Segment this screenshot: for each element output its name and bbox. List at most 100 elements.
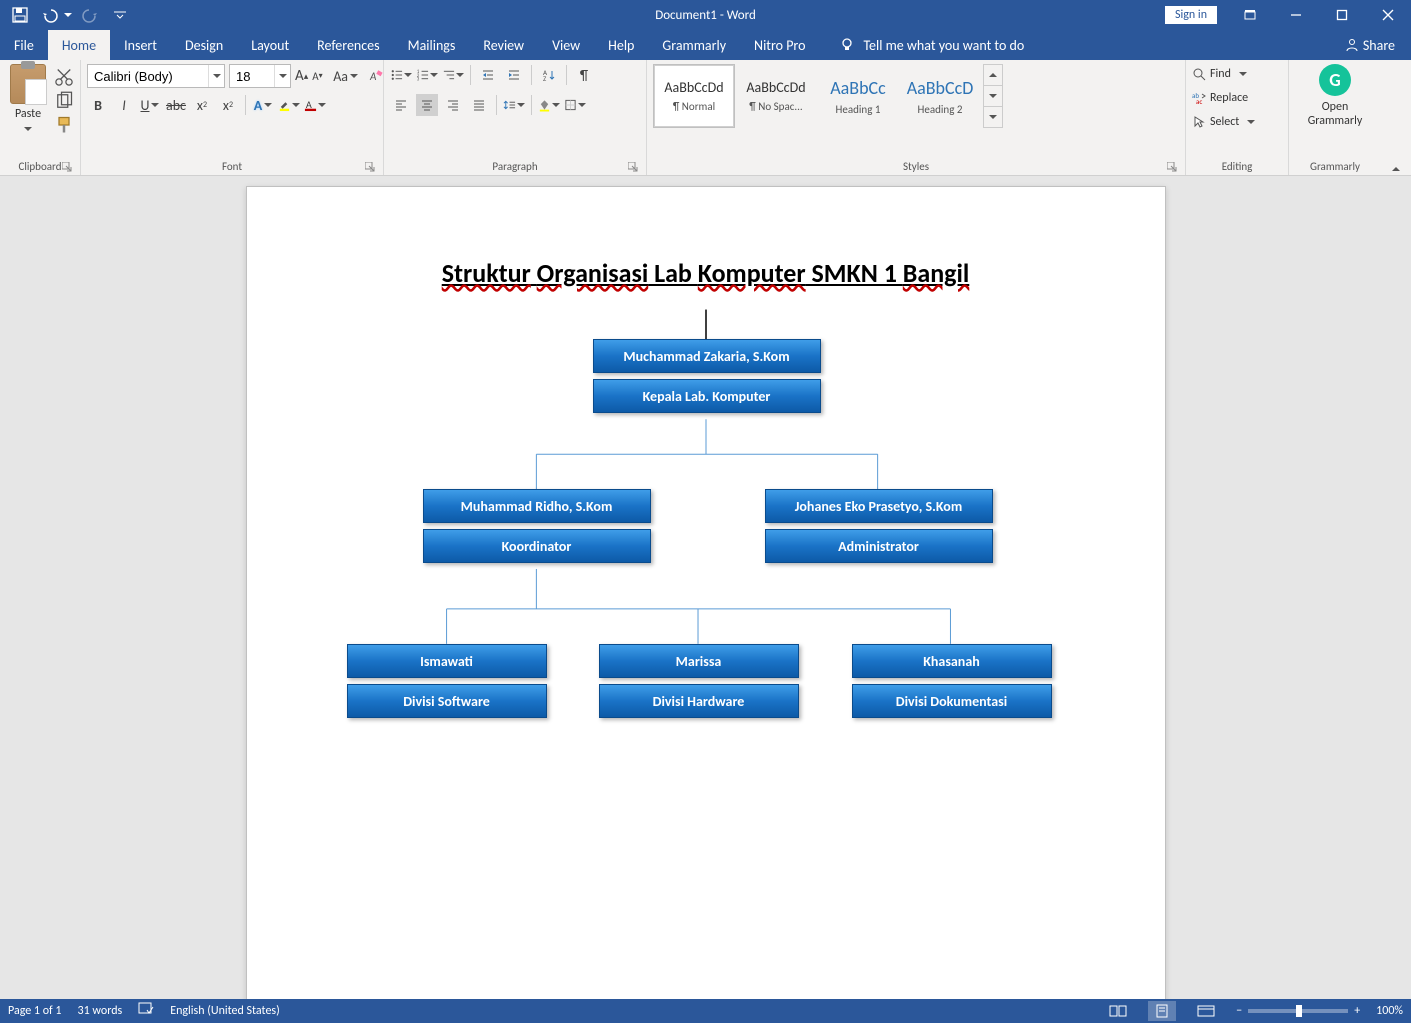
zoom-slider[interactable]: − + <box>1236 1004 1360 1018</box>
font-name-combobox[interactable] <box>87 64 225 88</box>
web-layout-icon[interactable] <box>1192 1001 1220 1021</box>
org-box-div1-name[interactable]: Ismawati <box>347 644 547 678</box>
org-box-div2-name[interactable]: Marissa <box>599 644 799 678</box>
qat-customize-icon[interactable] <box>108 3 132 27</box>
increase-indent-icon[interactable] <box>503 64 525 86</box>
org-box-div2-role[interactable]: Divisi Hardware <box>599 684 799 718</box>
collapse-ribbon-icon[interactable] <box>1381 60 1411 175</box>
zoom-percent[interactable]: 100% <box>1376 1004 1403 1018</box>
org-chart[interactable]: Muchammad Zakaria, S.Kom Kepala Lab. Kom… <box>247 309 1165 809</box>
document-page[interactable]: Struktur Organisasi Lab Komputer SMKN 1 … <box>246 186 1166 999</box>
org-box-div1-role[interactable]: Divisi Software <box>347 684 547 718</box>
styles-scroll-down-icon[interactable] <box>984 86 1002 107</box>
tab-file[interactable]: File <box>0 30 48 60</box>
status-language[interactable]: English (United States) <box>170 1004 280 1018</box>
share-button[interactable]: Share <box>1329 30 1411 60</box>
cut-icon[interactable] <box>54 68 74 86</box>
format-painter-icon[interactable] <box>54 116 74 134</box>
highlight-color-icon[interactable] <box>278 94 300 116</box>
sort-icon[interactable]: AZ <box>538 64 560 86</box>
text-effects-icon[interactable]: A <box>252 94 274 116</box>
find-button[interactable]: Find <box>1192 64 1282 84</box>
font-size-dropdown-icon[interactable] <box>274 65 290 87</box>
tab-review[interactable]: Review <box>469 30 538 60</box>
font-size-input[interactable] <box>230 65 274 87</box>
tab-help[interactable]: Help <box>594 30 648 60</box>
italic-button[interactable]: I <box>113 94 135 116</box>
style-tile[interactable]: AaBbCcHeading 1 <box>817 64 899 128</box>
zoom-thumb[interactable] <box>1296 1005 1302 1017</box>
tab-nitro-pro[interactable]: Nitro Pro <box>740 30 819 60</box>
tab-home[interactable]: Home <box>48 30 110 60</box>
sign-in-button[interactable]: Sign in <box>1165 6 1217 24</box>
close-icon[interactable] <box>1365 0 1411 30</box>
align-center-icon[interactable] <box>416 94 438 116</box>
tab-view[interactable]: View <box>538 30 594 60</box>
superscript-button[interactable]: x2 <box>217 94 239 116</box>
justify-icon[interactable] <box>468 94 490 116</box>
grow-font-icon[interactable]: A▴ <box>295 65 308 87</box>
styles-dialog-launcher-icon[interactable] <box>1167 162 1179 174</box>
org-box-coord-name[interactable]: Muhammad Ridho, S.Kom <box>423 489 651 523</box>
paragraph-dialog-launcher-icon[interactable] <box>628 162 640 174</box>
font-size-combobox[interactable] <box>229 64 291 88</box>
style-tile[interactable]: AaBbCcDd¶ Normal <box>653 64 735 128</box>
tab-grammarly[interactable]: Grammarly <box>648 30 740 60</box>
status-words[interactable]: 31 words <box>78 1004 123 1018</box>
paste-dropdown-icon[interactable] <box>24 127 32 131</box>
bullets-icon[interactable] <box>390 64 412 86</box>
ribbon-display-options-icon[interactable] <box>1227 0 1273 30</box>
change-case-icon[interactable]: Aa <box>335 65 357 87</box>
borders-icon[interactable] <box>564 94 586 116</box>
undo-icon[interactable] <box>38 3 62 27</box>
multilevel-list-icon[interactable] <box>442 64 464 86</box>
redo-icon[interactable] <box>78 3 102 27</box>
copy-icon[interactable] <box>54 92 74 110</box>
style-tile[interactable]: AaBbCcDd¶ No Spac... <box>735 64 817 128</box>
zoom-out-icon[interactable]: − <box>1236 1004 1242 1018</box>
org-box-head-role[interactable]: Kepala Lab. Komputer <box>593 379 821 413</box>
org-box-admin-name[interactable]: Johanes Eko Prasetyo, S.Kom <box>765 489 993 523</box>
org-box-head-name[interactable]: Muchammad Zakaria, S.Kom <box>593 339 821 373</box>
shading-icon[interactable] <box>538 94 560 116</box>
document-area[interactable]: Struktur Organisasi Lab Komputer SMKN 1 … <box>0 176 1411 999</box>
align-left-icon[interactable] <box>390 94 412 116</box>
replace-button[interactable]: abacReplace <box>1192 88 1282 108</box>
select-button[interactable]: Select <box>1192 112 1282 132</box>
paste-button[interactable]: Paste <box>6 64 50 135</box>
maximize-icon[interactable] <box>1319 0 1365 30</box>
save-icon[interactable] <box>8 3 32 27</box>
open-grammarly-button[interactable]: G OpenGrammarly <box>1295 64 1375 128</box>
tab-design[interactable]: Design <box>171 30 237 60</box>
styles-more-icon[interactable] <box>984 107 1002 127</box>
read-mode-icon[interactable] <box>1104 1001 1132 1021</box>
decrease-indent-icon[interactable] <box>477 64 499 86</box>
tab-mailings[interactable]: Mailings <box>394 30 470 60</box>
bold-button[interactable]: B <box>87 94 109 116</box>
org-box-coord-role[interactable]: Koordinator <box>423 529 651 563</box>
tab-insert[interactable]: Insert <box>110 30 171 60</box>
minimize-icon[interactable] <box>1273 0 1319 30</box>
zoom-in-icon[interactable]: + <box>1354 1004 1360 1018</box>
undo-dropdown-icon[interactable] <box>64 13 72 17</box>
align-right-icon[interactable] <box>442 94 464 116</box>
clear-formatting-icon[interactable]: A <box>369 65 383 87</box>
font-color-icon[interactable]: A <box>304 94 326 116</box>
underline-button[interactable]: U <box>139 94 161 116</box>
tab-references[interactable]: References <box>303 30 393 60</box>
line-spacing-icon[interactable] <box>503 94 525 116</box>
org-box-div3-role[interactable]: Divisi Dokumentasi <box>852 684 1052 718</box>
shrink-font-icon[interactable]: A▾ <box>312 65 322 87</box>
show-hide-marks-icon[interactable]: ¶ <box>573 64 595 86</box>
org-box-admin-role[interactable]: Administrator <box>765 529 993 563</box>
tab-layout[interactable]: Layout <box>237 30 303 60</box>
tell-me-search[interactable]: Tell me what you want to do <box>839 30 1024 60</box>
styles-scroll-up-icon[interactable] <box>984 65 1002 86</box>
subscript-button[interactable]: x2 <box>191 94 213 116</box>
strikethrough-button[interactable]: abc <box>165 94 187 116</box>
styles-gallery[interactable]: AaBbCcDd¶ NormalAaBbCcDd¶ No Spac...AaBb… <box>653 64 1179 128</box>
status-proofing-icon[interactable] <box>138 1002 154 1020</box>
clipboard-dialog-launcher-icon[interactable] <box>62 162 74 174</box>
style-tile[interactable]: AaBbCcDHeading 2 <box>899 64 981 128</box>
font-name-input[interactable] <box>88 65 208 87</box>
